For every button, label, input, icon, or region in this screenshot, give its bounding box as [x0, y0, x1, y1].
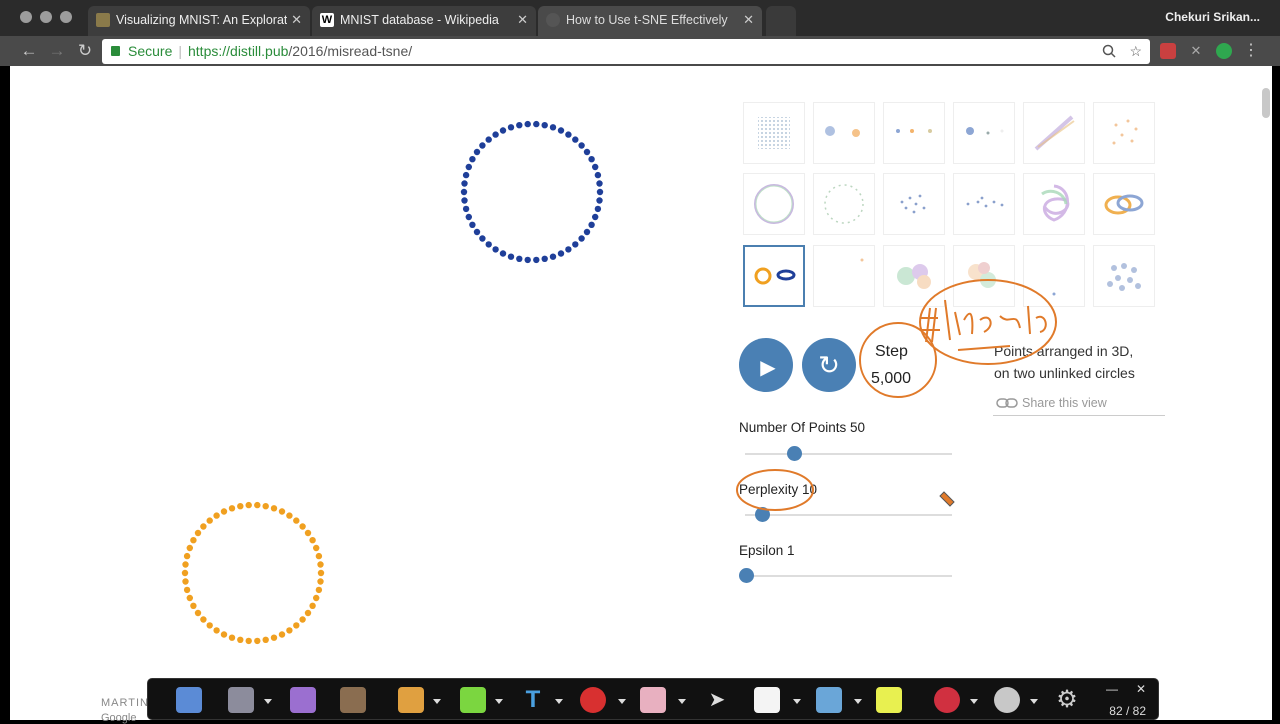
- cursor-tool-icon[interactable]: ➤: [704, 687, 730, 713]
- annotation-iterations-scribble: [944, 299, 1047, 341]
- color-dropdown[interactable]: [793, 699, 801, 704]
- text-tool-icon[interactable]: T: [520, 687, 546, 713]
- gear-icon[interactable]: ⚙: [1054, 687, 1080, 713]
- fill-tool-icon[interactable]: [876, 687, 902, 713]
- minimize-icon[interactable]: —: [1106, 682, 1118, 696]
- annotation-underline: [957, 345, 1011, 351]
- page-counter: 82 / 82: [1109, 704, 1146, 718]
- close-icon[interactable]: ✕: [1136, 682, 1146, 696]
- line-width-dropdown[interactable]: [854, 699, 862, 704]
- line-width-tool-icon[interactable]: [816, 687, 842, 713]
- shape-tool-icon[interactable]: [580, 687, 606, 713]
- capture-tool-icon[interactable]: [290, 687, 316, 713]
- webcam-tool-icon[interactable]: [994, 687, 1020, 713]
- shape-tool-dropdown[interactable]: [618, 699, 626, 704]
- pen-cursor-icon: [939, 491, 955, 507]
- record-tool-dropdown[interactable]: [970, 699, 978, 704]
- annotation-circle-step: [859, 322, 937, 398]
- text-tool-dropdown[interactable]: [555, 699, 563, 704]
- browser-window: Visualizing MNIST: An Explorat ✕ W MNIST…: [0, 0, 1280, 724]
- annotation-overlay: [736, 279, 1057, 511]
- annotation-circle-iterations: [919, 279, 1057, 365]
- record-tool-icon[interactable]: [934, 687, 960, 713]
- eraser-tool-dropdown[interactable]: [678, 699, 686, 704]
- webcam-tool-dropdown[interactable]: [1030, 699, 1038, 704]
- annotation-circle-perplexity: [736, 469, 814, 511]
- save-tool-dropdown[interactable]: [264, 699, 272, 704]
- highlighter-tool-dropdown[interactable]: [495, 699, 503, 704]
- eraser-tool-icon[interactable]: [640, 687, 666, 713]
- color-white-icon[interactable]: [754, 687, 780, 713]
- pen-tool-dropdown[interactable]: [433, 699, 441, 704]
- pen-tool-icon[interactable]: [398, 687, 424, 713]
- whiteboard-tool-icon[interactable]: [340, 687, 366, 713]
- highlighter-tool-icon[interactable]: [460, 687, 486, 713]
- star-tool-icon[interactable]: [176, 687, 202, 713]
- save-tool-icon[interactable]: [228, 687, 254, 713]
- annotation-hash: [920, 307, 940, 343]
- annotation-toolbar: T ➤ ⚙ — ✕ 82 / 82: [147, 678, 1159, 720]
